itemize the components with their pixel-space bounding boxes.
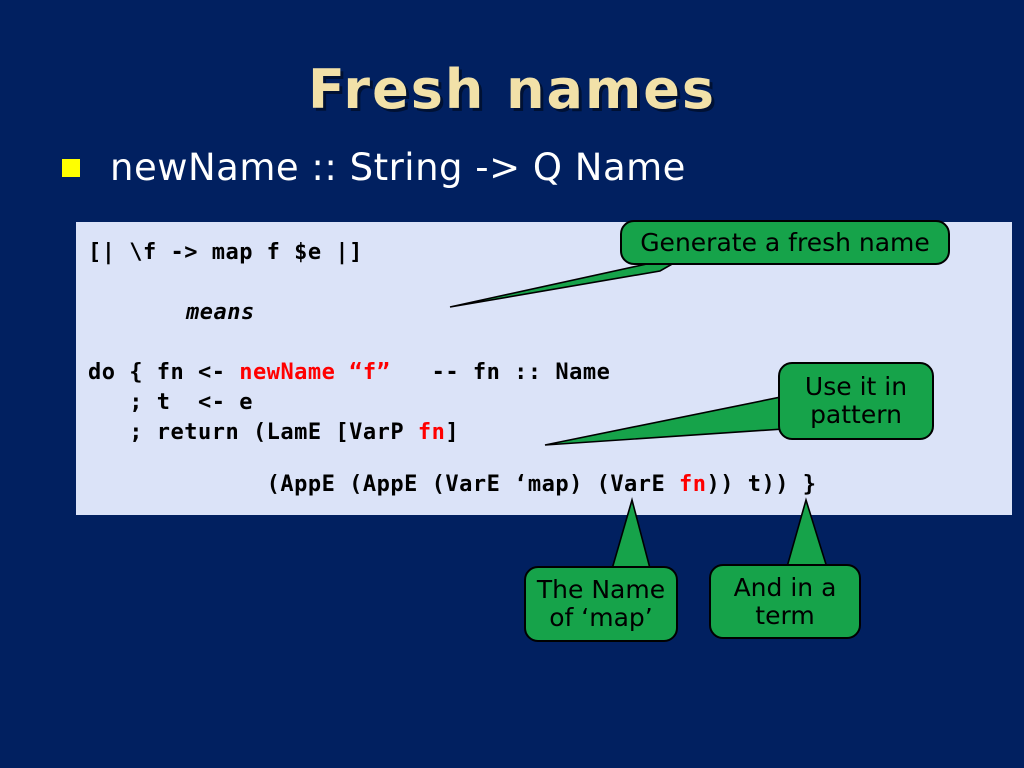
callout-mapname-label: The Name of ‘map’: [536, 575, 666, 632]
callout-term-label: And in a term: [733, 572, 837, 630]
code-appe-suffix: )) t)) }: [706, 472, 817, 497]
bullet-row: newName :: String -> Q Name: [62, 146, 686, 189]
page-title: Fresh names: [308, 58, 716, 121]
code-do-prefix: do { fn <-: [88, 360, 240, 385]
code-return-fn: fn: [417, 420, 446, 445]
code-line-return: ; return (LamE [VarP fn]: [88, 420, 459, 445]
slide-canvas: Fresh names newName :: String -> Q Name …: [0, 0, 1024, 768]
code-appe-fn: fn: [679, 472, 707, 497]
callout-and-in-term[interactable]: And in a term: [709, 564, 861, 639]
callout-generate-fresh-name[interactable]: Generate a fresh name: [620, 220, 950, 265]
code-appe-prefix: (AppE (AppE (VarE ‘map) (VarE: [88, 472, 680, 497]
callout-tail-pattern: [544, 395, 795, 455]
bullet-item-label: newName :: String -> Q Name: [110, 146, 686, 189]
code-line-bind-t: ; t <- e: [88, 390, 253, 415]
callout-name-of-map[interactable]: The Name of ‘map’: [524, 566, 678, 642]
code-do-comment: -- fn :: Name: [390, 360, 611, 385]
code-line-means: means: [186, 300, 255, 325]
callout-use-in-pattern[interactable]: Use it in pattern: [778, 362, 934, 440]
callout-pattern-label: Use it in pattern: [804, 372, 908, 429]
bullet-square-icon: [62, 158, 80, 177]
code-return-suffix: ]: [445, 420, 460, 445]
code-line-appe: (AppE (AppE (VarE ‘map) (VarE fn)) t)) }: [88, 472, 817, 497]
code-do-newname: newName “f”: [239, 360, 391, 385]
code-line-quotation: [| \f -> map f $e |]: [88, 240, 363, 265]
code-return-prefix: ; return (LamE [VarP: [88, 420, 418, 445]
callout-generate-label: Generate a fresh name: [640, 227, 930, 257]
code-line-do: do { fn <- newName “f” -- fn :: Name: [88, 360, 610, 385]
